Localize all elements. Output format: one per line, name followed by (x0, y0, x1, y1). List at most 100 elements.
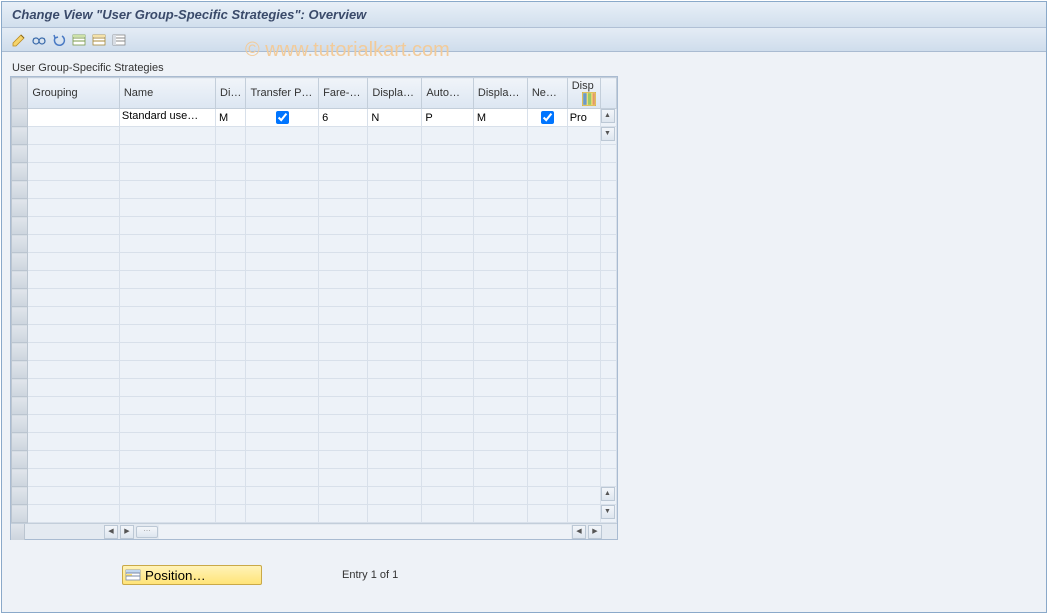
scroll-up2-button[interactable]: ▲ (601, 487, 615, 501)
hscroll-right-button[interactable]: ▶ (588, 525, 602, 539)
delimit-icon[interactable] (110, 31, 128, 49)
row-selector[interactable] (12, 379, 28, 397)
vscroll-cell (600, 469, 616, 487)
empty-cell (216, 325, 246, 343)
empty-cell (368, 307, 422, 325)
copy-icon[interactable] (90, 31, 108, 49)
row-selector[interactable] (12, 235, 28, 253)
empty-cell (368, 199, 422, 217)
col-display1[interactable]: Display… (368, 78, 422, 109)
autom-input[interactable] (424, 112, 471, 124)
empty-cell (246, 289, 319, 307)
undo-icon[interactable] (50, 31, 68, 49)
row-selector[interactable] (12, 217, 28, 235)
empty-cell (246, 217, 319, 235)
col-name[interactable]: Name (119, 78, 215, 109)
table-row-empty (12, 145, 617, 163)
hscroll-bar: ◀ ▶ ⋯ ◀ ▶ (11, 523, 617, 539)
fared-input[interactable] (321, 112, 365, 124)
col-neg[interactable]: Neg… (527, 78, 567, 109)
row-selector[interactable] (12, 451, 28, 469)
empty-cell (473, 199, 527, 217)
row-selector[interactable] (12, 181, 28, 199)
row-selector[interactable] (12, 163, 28, 181)
empty-cell (567, 361, 600, 379)
empty-cell (368, 253, 422, 271)
row-selector[interactable] (12, 109, 28, 127)
empty-cell (119, 361, 215, 379)
hscroll-track[interactable] (159, 525, 571, 539)
col-disp3[interactable]: Disp (567, 78, 600, 109)
empty-cell (246, 199, 319, 217)
col-transfer[interactable]: Transfer P… (246, 78, 319, 109)
empty-cell (422, 487, 474, 505)
display2-input[interactable] (476, 112, 525, 124)
empty-cell (567, 415, 600, 433)
row-selector[interactable] (12, 307, 28, 325)
row-selector[interactable] (12, 397, 28, 415)
empty-cell (368, 127, 422, 145)
empty-cell (567, 505, 600, 523)
row-selector[interactable] (12, 199, 28, 217)
col-grouping[interactable]: Grouping (28, 78, 119, 109)
empty-cell (216, 307, 246, 325)
cell-dis[interactable] (216, 109, 246, 127)
cell-grouping[interactable] (28, 109, 119, 127)
cell-name[interactable]: Standard use… (119, 109, 215, 127)
cell-display1[interactable] (368, 109, 422, 127)
cell-transfer[interactable] (246, 109, 319, 127)
row-selector-header[interactable] (12, 78, 28, 109)
col-fared[interactable]: Fare-d… (319, 78, 368, 109)
empty-cell (473, 451, 527, 469)
neg-checkbox[interactable] (541, 111, 554, 124)
row-selector[interactable] (12, 253, 28, 271)
cell-disp3[interactable]: Pro (567, 109, 600, 127)
empty-cell (567, 379, 600, 397)
empty-cell (246, 451, 319, 469)
col-dis[interactable]: Dis… (216, 78, 246, 109)
row-selector[interactable] (12, 271, 28, 289)
row-selector[interactable] (12, 343, 28, 361)
row-selector[interactable] (12, 145, 28, 163)
row-selector[interactable] (12, 127, 28, 145)
empty-cell (473, 379, 527, 397)
cell-neg[interactable] (527, 109, 567, 127)
row-selector[interactable] (12, 469, 28, 487)
entry-count-label: Entry 1 of 1 (342, 569, 398, 581)
scroll-down2-button[interactable]: ▼ (601, 505, 615, 519)
new-entries-icon[interactable] (70, 31, 88, 49)
empty-cell (119, 217, 215, 235)
row-selector[interactable] (12, 289, 28, 307)
col-autom[interactable]: Autom… (422, 78, 474, 109)
glasses-icon[interactable] (30, 31, 48, 49)
row-selector[interactable] (12, 361, 28, 379)
vscroll-cell (600, 451, 616, 469)
cell-autom[interactable] (422, 109, 474, 127)
footer-bar: Position… Entry 1 of 1 (0, 559, 1048, 591)
hscroll-right-step-button[interactable]: ▶ (120, 525, 134, 539)
dis-input[interactable] (218, 112, 243, 124)
grouping-input[interactable] (30, 112, 116, 124)
hscroll-left2-button[interactable]: ◀ (572, 525, 586, 539)
col-display2[interactable]: Display… (473, 78, 527, 109)
transfer-checkbox[interactable] (276, 111, 289, 124)
empty-cell (216, 271, 246, 289)
row-selector[interactable] (12, 505, 28, 523)
row-selector[interactable] (12, 415, 28, 433)
empty-cell (119, 379, 215, 397)
hscroll-left-button[interactable]: ◀ (104, 525, 118, 539)
cell-display2[interactable] (473, 109, 527, 127)
change-icon[interactable] (10, 31, 28, 49)
position-button[interactable]: Position… (122, 565, 262, 585)
scroll-up-button[interactable]: ▲ (601, 109, 615, 123)
scroll-down-button[interactable]: ▼ (601, 127, 615, 141)
display1-input[interactable] (370, 112, 419, 124)
cell-fared[interactable] (319, 109, 368, 127)
empty-cell (368, 505, 422, 523)
empty-cell (473, 343, 527, 361)
hscroll-thumb[interactable]: ⋯ (136, 526, 158, 538)
row-selector[interactable] (12, 433, 28, 451)
row-selector[interactable] (12, 325, 28, 343)
row-selector[interactable] (12, 487, 28, 505)
empty-cell (368, 487, 422, 505)
